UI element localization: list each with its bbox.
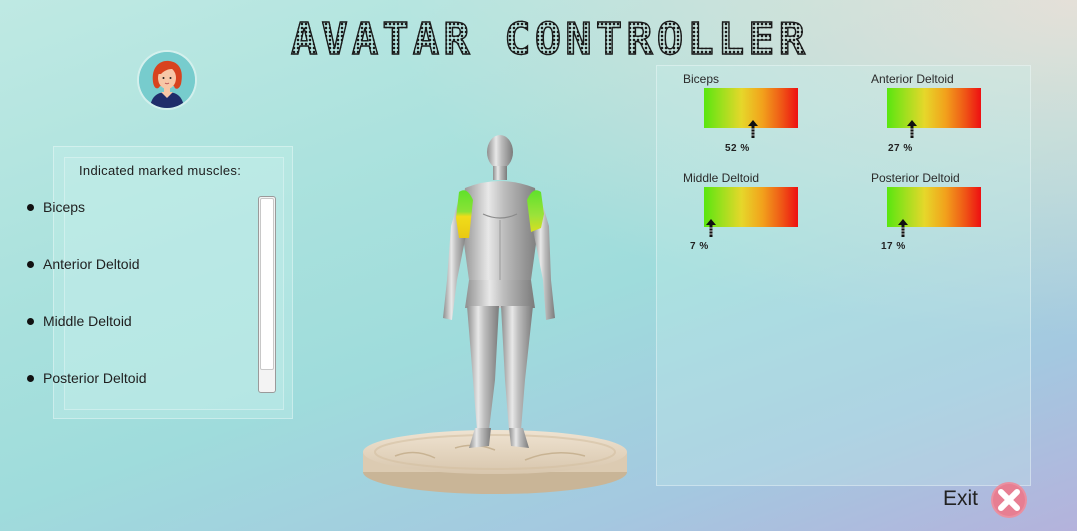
list-scrollbar[interactable] <box>258 196 276 393</box>
exit-button[interactable] <box>990 481 1028 519</box>
gauge-percent-biceps: 52 % <box>725 143 750 154</box>
exit-label[interactable]: Exit <box>943 487 978 511</box>
muscle-label: Posterior Deltoid <box>43 370 147 386</box>
up-arrow-icon <box>705 219 716 237</box>
gauge-percent-middle-deltoid: 7 % <box>690 241 709 252</box>
gauge-percent-posterior-deltoid: 17 % <box>881 241 906 252</box>
list-item[interactable]: Middle Deltoid <box>27 313 132 329</box>
pedestal <box>363 430 627 494</box>
bullet-icon <box>27 317 34 325</box>
gauge-label-biceps: Biceps <box>683 72 720 86</box>
gauges-panel <box>656 65 1031 486</box>
list-item[interactable]: Posterior Deltoid <box>27 370 147 386</box>
list-item[interactable]: Anterior Deltoid <box>27 256 140 272</box>
avatar-button[interactable] <box>139 52 195 108</box>
close-x-icon <box>991 482 1027 518</box>
list-item[interactable]: Biceps <box>27 199 85 215</box>
gauge-label-middle-deltoid: Middle Deltoid <box>683 171 760 185</box>
avatar-body <box>443 135 555 448</box>
gauge-bar-anterior-deltoid <box>887 88 981 128</box>
muscle-label: Middle Deltoid <box>43 313 132 329</box>
muscle-label: Anterior Deltoid <box>43 256 140 272</box>
gauge-label-anterior-deltoid: Anterior Deltoid <box>871 72 954 86</box>
muscle-label: Biceps <box>43 199 86 215</box>
gauge-percent-anterior-deltoid: 27 % <box>888 143 913 154</box>
bullet-icon <box>27 203 34 211</box>
avatar-model[interactable] <box>355 130 635 500</box>
muscle-list-heading: Indicated marked muscles: <box>79 163 242 178</box>
scrollbar-thumb[interactable] <box>260 198 274 370</box>
up-arrow-icon <box>897 219 908 237</box>
up-arrow-icon <box>907 120 918 138</box>
gauge-bar-middle-deltoid <box>704 187 798 227</box>
gauge-label-posterior-deltoid: Posterior Deltoid <box>871 171 960 185</box>
up-arrow-icon <box>747 120 758 138</box>
bullet-icon <box>27 374 34 382</box>
bullet-icon <box>27 260 34 268</box>
user-avatar-icon <box>139 52 195 108</box>
